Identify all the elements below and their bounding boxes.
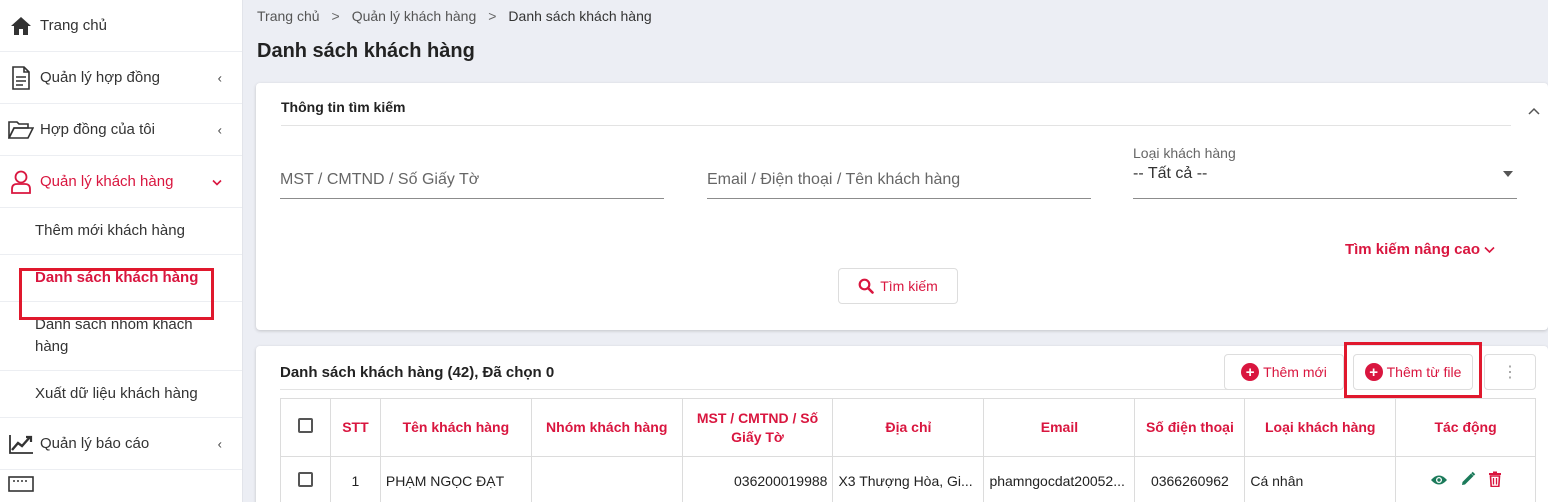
more-vertical-icon: ⋮ <box>1502 364 1518 381</box>
column-header[interactable]: Tên khách hàng <box>379 398 532 457</box>
select-all-checkbox[interactable] <box>297 417 313 433</box>
cell-group <box>530 456 683 502</box>
plus-circle-icon: + <box>1241 363 1260 381</box>
more-options-button[interactable]: ⋮ <box>1484 354 1536 390</box>
customer-type-value: -- Tất cả -- <box>1133 165 1208 182</box>
chevron-up-icon[interactable] <box>1528 103 1540 118</box>
breadcrumb: Trang chủ > Quản lý khách hàng > Danh sá… <box>257 8 652 24</box>
search-panel: Thông tin tìm kiếm Loại khách hàng -- Tấ… <box>256 83 1548 330</box>
folder-open-icon <box>8 117 34 143</box>
sidebar-item-label: Quản lý khách hàng <box>40 173 174 190</box>
sidebar-subitem-customer-list[interactable]: Danh sách khách hàng <box>0 255 242 302</box>
advanced-search-toggle[interactable]: Tìm kiếm nâng cao <box>1345 241 1495 258</box>
sidebar-subitem-label: Danh sách khách hàng <box>35 269 199 286</box>
cell-stt: 1 <box>329 456 381 502</box>
divider <box>280 389 1280 390</box>
chevron-down-icon <box>1484 246 1495 253</box>
chevron-left-icon: ‹ <box>217 70 222 85</box>
sidebar-subitem-add-customer[interactable]: Thêm mới khách hàng <box>0 208 242 255</box>
chevron-left-icon: ‹ <box>217 436 222 451</box>
cell-tax-id: 036200019988 <box>681 456 834 502</box>
sidebar-item-customers[interactable]: Quản lý khách hàng <box>0 156 242 208</box>
column-header[interactable]: Số điện thoại <box>1134 398 1246 457</box>
add-from-file-button[interactable]: + Thêm từ file <box>1353 354 1473 390</box>
customer-list-panel: Danh sách khách hàng (42), Đã chọn 0 + T… <box>256 346 1548 502</box>
view-eye-icon[interactable] <box>1430 473 1448 489</box>
sidebar: Trang chủ Quản lý hợp đồng ‹ Hợp đồng củ… <box>0 0 243 502</box>
delete-trash-icon[interactable] <box>1488 471 1502 490</box>
sidebar-item-home[interactable]: Trang chủ <box>0 0 242 52</box>
breadcrumb-customers[interactable]: Quản lý khách hàng <box>352 8 477 24</box>
page-title: Danh sách khách hàng <box>257 40 475 62</box>
cell-type: Cá nhân <box>1244 456 1397 502</box>
sidebar-item-contracts[interactable]: Quản lý hợp đồng ‹ <box>0 52 242 104</box>
keyboard-icon <box>0 470 242 495</box>
sidebar-item-my-contracts[interactable]: Hợp đồng của tôi ‹ <box>0 104 242 156</box>
search-button-label: Tìm kiếm <box>880 278 938 294</box>
search-icon <box>858 278 875 294</box>
sidebar-item-label: Hợp đồng của tôi <box>40 121 155 138</box>
column-header[interactable]: Email <box>983 398 1136 457</box>
dropdown-caret-icon <box>1503 171 1513 177</box>
add-from-file-label: Thêm từ file <box>1386 364 1462 380</box>
sidebar-item-label: Quản lý báo cáo <box>40 435 150 452</box>
table-row[interactable]: 1 PHẠM NGỌC ĐẠT 036200019988 X3 Thượng H… <box>280 456 1536 502</box>
search-panel-title: Thông tin tìm kiếm <box>281 99 406 115</box>
column-header[interactable]: Nhóm khách hàng <box>530 398 683 457</box>
table-header-row: STT Tên khách hàng Nhóm khách hàng MST /… <box>280 398 1536 457</box>
column-header[interactable]: Địa chỉ <box>832 398 985 457</box>
trend-chart-icon <box>8 431 34 457</box>
home-icon <box>8 13 34 39</box>
sidebar-item-label: Quản lý hợp đồng <box>40 69 160 86</box>
customer-type-label: Loại khách hàng <box>1133 145 1236 161</box>
add-new-button[interactable]: + Thêm mới <box>1224 354 1344 390</box>
document-icon <box>8 65 34 91</box>
customer-table: STT Tên khách hàng Nhóm khách hàng MST /… <box>280 398 1536 502</box>
chevron-left-icon: ‹ <box>217 122 222 137</box>
chevron-down-icon <box>212 174 222 189</box>
cell-actions <box>1395 456 1536 502</box>
divider <box>281 125 1511 126</box>
cell-address: X3 Thượng Hòa, Gi... <box>832 456 985 502</box>
advanced-search-label: Tìm kiếm nâng cao <box>1344 241 1480 258</box>
cell-phone: 0366260962 <box>1134 456 1246 502</box>
row-select-cell <box>280 456 331 502</box>
customer-list-title: Danh sách khách hàng (42), Đã chọn 0 <box>280 364 555 381</box>
breadcrumb-home[interactable]: Trang chủ <box>257 8 320 24</box>
plus-circle-icon: + <box>1364 363 1383 381</box>
sidebar-subitem-label: Thêm mới khách hàng <box>35 222 185 239</box>
customer-type-select[interactable]: Loại khách hàng -- Tất cả -- <box>1133 145 1517 199</box>
cell-name: PHẠM NGỌC ĐẠT <box>379 456 532 502</box>
column-header[interactable]: STT <box>329 398 381 457</box>
add-new-label: Thêm mới <box>1263 364 1327 380</box>
sidebar-subitem-customer-groups[interactable]: Danh sách nhóm khách hàng <box>0 302 242 371</box>
breadcrumb-current: Danh sách khách hàng <box>508 8 652 24</box>
edit-pencil-icon[interactable] <box>1460 471 1476 490</box>
search-button[interactable]: Tìm kiếm <box>838 268 958 304</box>
row-checkbox[interactable] <box>297 471 313 487</box>
sidebar-subitem-label: Xuất dữ liệu khách hàng <box>35 385 198 402</box>
column-header[interactable]: Loại khách hàng <box>1244 398 1397 457</box>
column-header[interactable]: MST / CMTND / Số Giấy Tờ <box>681 398 834 457</box>
cell-email: phamngocdat20052... <box>983 456 1136 502</box>
tax-id-input[interactable] <box>280 159 664 197</box>
contact-input[interactable] <box>707 159 1091 197</box>
contact-field <box>707 159 1091 199</box>
sidebar-item-reports[interactable]: Quản lý báo cáo ‹ <box>0 418 242 470</box>
tax-id-field <box>280 159 664 199</box>
sidebar-subitem-export-customers[interactable]: Xuất dữ liệu khách hàng <box>0 371 242 418</box>
column-header: Tác động <box>1395 398 1536 457</box>
sidebar-subitem-label: Danh sách nhóm khách hàng <box>35 316 193 355</box>
select-all-cell <box>280 398 331 457</box>
sidebar-item-label: Trang chủ <box>40 17 107 34</box>
user-icon <box>8 169 34 195</box>
